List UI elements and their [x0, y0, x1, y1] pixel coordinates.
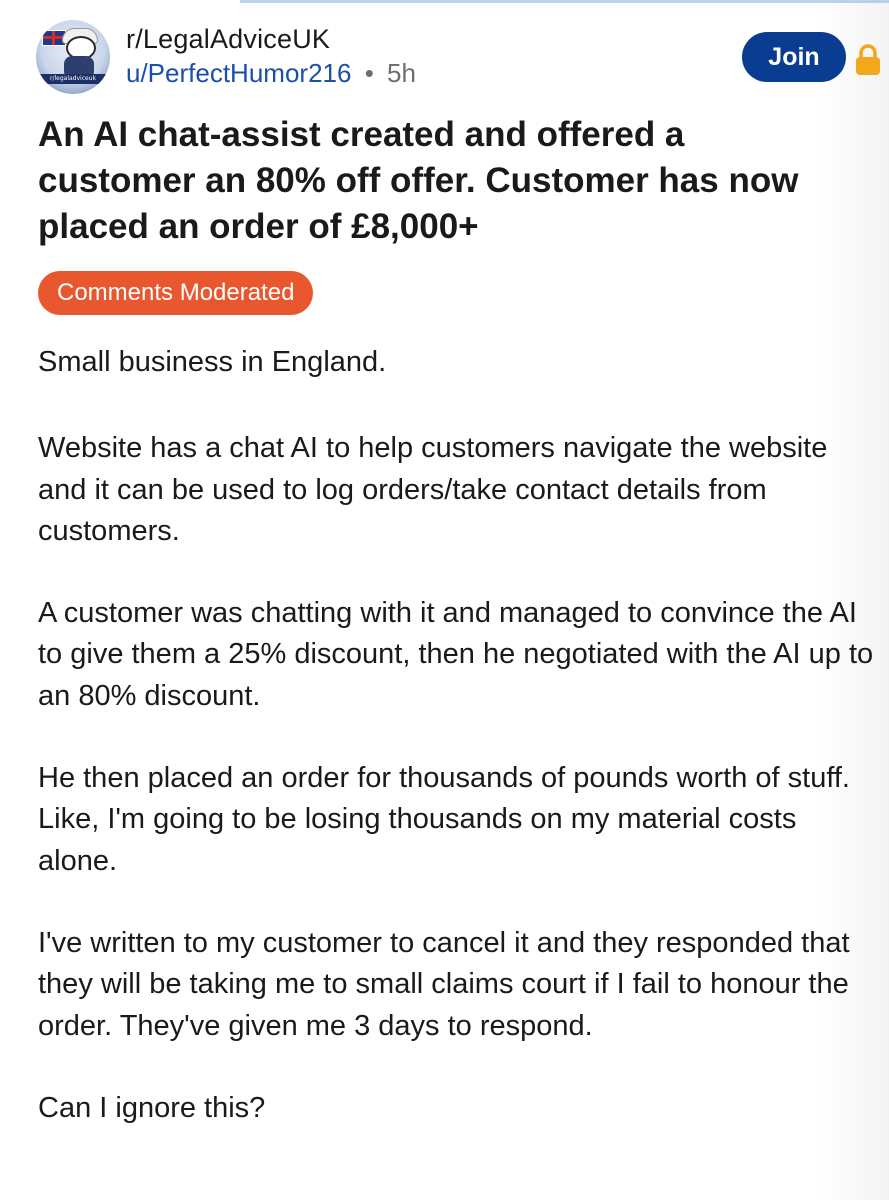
meta-separator: • — [364, 58, 374, 88]
post-header: r/legaladviceuk r/LegalAdviceUK u/Perfec… — [36, 18, 880, 98]
post-paragraph: A customer was chatting with it and mana… — [38, 597, 874, 712]
top-divider — [240, 0, 889, 3]
author-username-link[interactable]: u/PerfectHumor216 — [126, 58, 351, 88]
post-page: r/legaladviceuk r/LegalAdviceUK u/Perfec… — [0, 0, 889, 1200]
community-name-link[interactable]: r/LegalAdviceUK — [126, 24, 330, 55]
post-title[interactable]: An AI chat-assist created and offered a … — [38, 112, 838, 250]
post-age: 5h — [387, 58, 416, 88]
avatar-ribbon: r/legaladviceuk — [40, 74, 106, 84]
snoo-body-icon — [64, 56, 94, 76]
post-paragraph: He then placed an order for thousands of… — [38, 762, 850, 877]
post-flair-badge: Comments Moderated — [38, 271, 314, 315]
join-button[interactable]: Join — [742, 32, 846, 82]
post-paragraph: Website has a chat AI to help customers … — [38, 432, 828, 547]
post-paragraph: Can I ignore this? — [38, 1091, 266, 1124]
post-paragraph: I've written to my customer to cancel it… — [38, 926, 850, 1042]
post-paragraph: Small business in England. — [38, 346, 387, 378]
author-row: u/PerfectHumor216 • 5h — [126, 58, 416, 89]
lock-icon — [856, 44, 880, 75]
community-avatar-icon[interactable]: r/legaladviceuk — [36, 20, 110, 94]
post-body: Small business in England. Website has a… — [38, 342, 878, 1170]
